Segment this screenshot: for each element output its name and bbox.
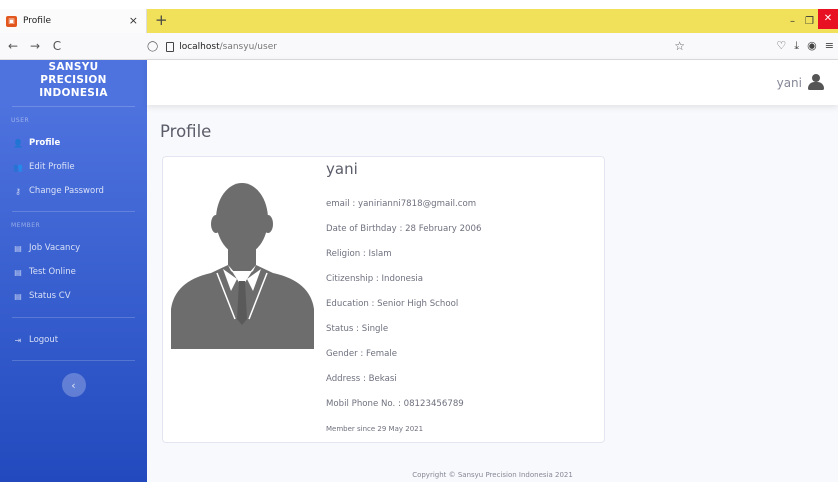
sidebar-item-profile[interactable]: 👤 Profile [0, 131, 147, 155]
url-host: localhost [179, 41, 220, 52]
tab-title: Profile [23, 16, 51, 26]
profile-photo [171, 169, 314, 349]
sidebar-item-label: Edit Profile [29, 162, 75, 172]
sidebar-divider [12, 360, 135, 361]
sidebar-divider [12, 317, 135, 318]
sidebar-item-label: Status CV [29, 291, 71, 301]
browser-tab-bar: ▣ Profile × + – ❐ ✕ [0, 9, 838, 33]
sidebar-item-label: Profile [29, 138, 61, 148]
sidebar-item-change-password[interactable]: ⚷ Change Password [0, 179, 147, 203]
brand-logo[interactable]: SANSYU PRECISION INDONESIA [0, 60, 147, 106]
tab-close-icon[interactable]: × [129, 14, 138, 27]
sidebar-heading-member: MEMBER [11, 222, 41, 229]
browser-toolbar: ← → C ◯ localhost/sansyu/user ☆ ♡ ⤓ ◉ ≡ [0, 33, 838, 60]
menu-icon[interactable]: ≡ [825, 39, 834, 53]
profile-citizenship: Citizenship : Indonesia [326, 274, 424, 284]
shield-icon: ◯ [147, 41, 159, 52]
reload-button[interactable]: C [48, 39, 66, 53]
profile-address: Address : Bekasi [326, 374, 397, 384]
user-edit-icon: 👥 [13, 162, 23, 172]
profile-phone: Mobil Phone No. : 08123456789 [326, 399, 464, 409]
download-icon[interactable]: ⤓ [794, 39, 799, 53]
window-close-button[interactable]: ✕ [818, 9, 838, 29]
page-icon [166, 41, 175, 52]
sidebar-item-label: Change Password [29, 186, 104, 196]
profile-name: yani [326, 160, 358, 178]
new-tab-button[interactable]: + [155, 11, 168, 29]
sidebar-toggle-button[interactable]: ‹ [61, 373, 86, 397]
user-avatar-icon[interactable] [807, 74, 824, 91]
site-favicon-icon: ▣ [6, 15, 17, 27]
profile-email: email : yanirianni7818@gmail.com [326, 199, 477, 209]
minimize-button[interactable]: – [784, 16, 801, 27]
url-path: /sansyu/user [219, 41, 277, 52]
file-icon: ▤ [14, 243, 22, 253]
profile-dob: Date of Birthday : 28 February 2006 [326, 224, 482, 234]
logout-label: Logout [29, 335, 59, 345]
key-icon: ⚷ [15, 186, 21, 196]
profile-religion: Religion : Islam [326, 249, 392, 259]
window-controls: – ❐ ✕ [784, 9, 838, 33]
forward-button[interactable]: → [26, 39, 44, 53]
footer-copyright: Copyright © Sansyu Precision Indonesia 2… [412, 471, 573, 479]
brand-line-1: SANSYU [48, 61, 99, 73]
brand-line-2: PRECISION [40, 74, 107, 86]
topbar-username[interactable]: yani [777, 76, 802, 90]
profile-education: Education : Senior High School [326, 299, 459, 309]
sidebar-item-label: Test Online [29, 267, 76, 277]
logout-icon: ⇥ [14, 335, 22, 345]
sidebar-item-test-online[interactable]: ▤ Test Online [0, 260, 147, 284]
main-content: yani Profile yani email: yanirianni7818… [147, 60, 838, 482]
default-avatar-icon [171, 169, 314, 349]
profile-member-since: Member since 29 May 2021 [326, 425, 424, 433]
sidebar: SANSYU PRECISION INDONESIA USER 👤 Profil… [0, 60, 147, 482]
browser-tools: ♡ ⤓ ◉ ≡ [776, 39, 838, 53]
brand-line-3: INDONESIA [39, 87, 108, 99]
back-button[interactable]: ← [4, 39, 22, 53]
profile-gender: Gender : Female [326, 349, 398, 359]
file-icon: ▤ [14, 267, 22, 277]
pocket-icon[interactable]: ♡ [776, 39, 786, 53]
logout-link[interactable]: ⇥ Logout [0, 328, 147, 352]
profile-status: Status : Single [326, 324, 389, 334]
sidebar-item-label: Job Vacancy [29, 243, 81, 253]
sidebar-item-edit-profile[interactable]: 👥 Edit Profile [0, 155, 147, 179]
page-title: Profile [160, 122, 212, 141]
browser-tab[interactable]: ▣ Profile × [0, 9, 147, 33]
topbar: yani [147, 60, 838, 105]
sidebar-item-status-cv[interactable]: ▤ Status CV [0, 284, 147, 308]
file-icon: ▤ [14, 291, 22, 301]
account-icon[interactable]: ◉ [807, 39, 817, 53]
star-icon[interactable]: ☆ [674, 39, 685, 53]
restore-button[interactable]: ❐ [801, 16, 818, 27]
sidebar-heading-user: USER [11, 117, 30, 124]
sidebar-item-job-vacancy[interactable]: ▤ Job Vacancy [0, 236, 147, 260]
user-icon: 👤 [13, 138, 23, 148]
profile-card: yani email : yanirianni7818@gmail.com Da… [162, 156, 605, 443]
url-bar[interactable]: ◯ localhost/sansyu/user ☆ [147, 36, 695, 57]
